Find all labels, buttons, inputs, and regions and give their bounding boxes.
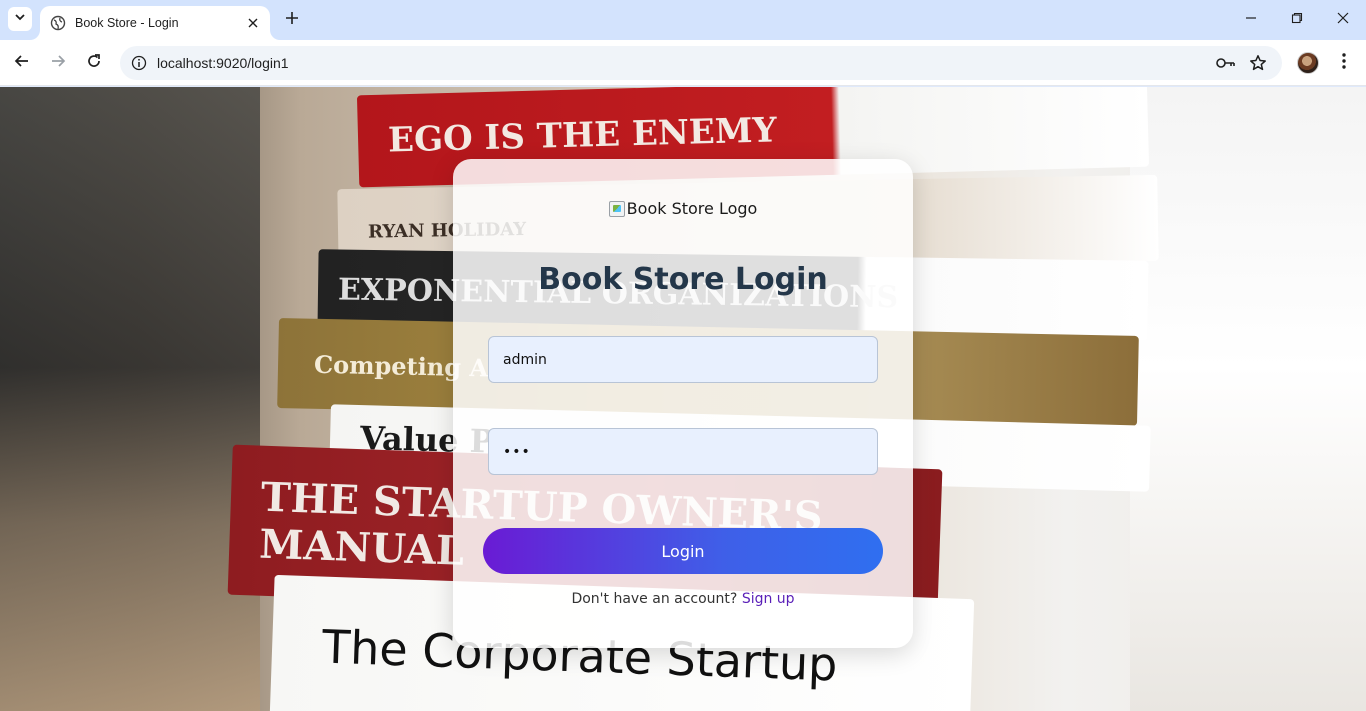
plus-icon (285, 11, 299, 30)
browser-toolbar: localhost:9020/login1 (0, 40, 1366, 86)
signup-link[interactable]: Sign up (742, 591, 795, 607)
key-icon[interactable] (1214, 51, 1238, 75)
arrow-right-icon (50, 53, 66, 74)
username-field[interactable]: admin (488, 336, 878, 383)
tab-bar: Book Store - Login (0, 0, 1366, 40)
tab-search-button[interactable] (8, 7, 32, 31)
login-button[interactable]: Login (483, 528, 883, 574)
address-bar[interactable]: localhost:9020/login1 (120, 46, 1282, 80)
reload-icon (86, 53, 102, 74)
page-title: Book Store Login (538, 262, 828, 297)
restore-button[interactable] (1274, 0, 1320, 40)
background-blur-right (1130, 87, 1366, 711)
arrow-left-icon (14, 53, 30, 74)
star-icon[interactable] (1246, 51, 1270, 75)
restore-icon (1291, 11, 1303, 29)
password-field[interactable]: ••• (488, 428, 878, 475)
url-text[interactable]: localhost:9020/login1 (157, 55, 289, 71)
new-tab-button[interactable] (280, 8, 304, 32)
reload-button[interactable] (79, 48, 109, 78)
close-window-button[interactable] (1320, 0, 1366, 40)
tab-title: Book Store - Login (75, 16, 179, 30)
info-icon[interactable] (122, 46, 156, 80)
browser-tab[interactable]: Book Store - Login (40, 6, 270, 40)
close-icon[interactable] (244, 14, 262, 32)
signup-prompt: Don't have an account? (571, 591, 738, 607)
back-button[interactable] (7, 48, 37, 78)
avatar[interactable] (1297, 52, 1319, 74)
broken-image-icon (608, 200, 625, 217)
minimize-button[interactable] (1228, 0, 1274, 40)
background-blur-left (0, 87, 260, 711)
menu-button[interactable] (1332, 50, 1356, 76)
forward-button[interactable] (43, 48, 73, 78)
login-card: Book Store Logo Book Store Login admin •… (453, 159, 913, 648)
minimize-icon (1245, 11, 1257, 29)
page-viewport: EGO IS THE ENEMY RYAN HOLIDAY EXPONENTIA… (0, 87, 1366, 711)
logo-alt-text: Book Store Logo (626, 199, 758, 218)
close-icon (1337, 11, 1349, 29)
globe-icon (50, 15, 66, 31)
signup-line: Don't have an account? Sign up (453, 591, 913, 607)
chevron-down-icon (14, 10, 26, 28)
logo: Book Store Logo (453, 199, 913, 218)
kebab-menu-icon (1342, 52, 1346, 74)
